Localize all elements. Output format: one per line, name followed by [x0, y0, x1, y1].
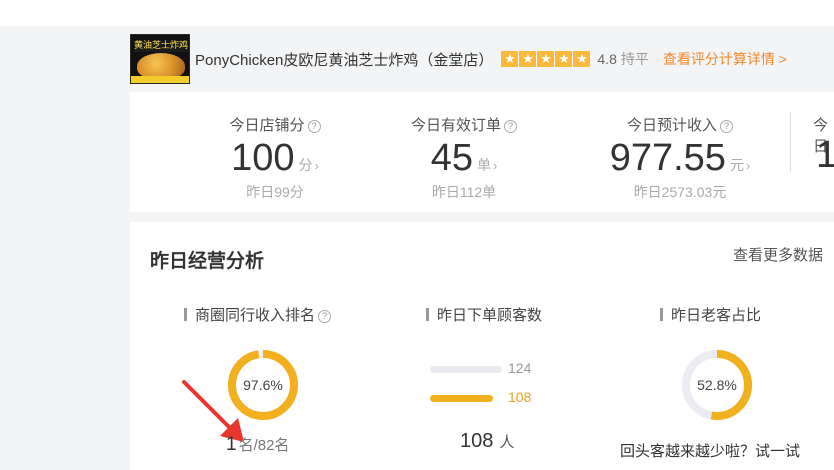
metric-unit: 元	[729, 157, 744, 173]
star-icon: ★	[519, 51, 537, 67]
metric-yesterday: 昨日99分	[246, 184, 304, 200]
metric-divider	[790, 112, 791, 172]
customer-bar-label: 124	[508, 360, 532, 376]
retention-donut: 52.8%	[682, 350, 752, 420]
metric-peek-value: 1	[816, 134, 834, 176]
metric-label: 今日预计收入?	[580, 114, 780, 135]
metric-store-score[interactable]: 今日店铺分? 100 分 › 昨日99分	[175, 92, 375, 202]
store-logo: 黄油芝士炸鸡	[130, 34, 190, 84]
customer-bar-label: 108	[508, 389, 532, 405]
rank-number: 1	[226, 434, 237, 455]
store-name: PonyChicken皮欧尼黄油芝士炸鸡（金堂店）	[195, 51, 494, 69]
metric-value: 100	[231, 137, 295, 179]
chevron-right-icon[interactable]: ›	[315, 158, 319, 173]
star-icon: ★	[501, 51, 519, 67]
customers-number: 108	[460, 430, 494, 452]
chevron-right-icon[interactable]: ›	[746, 158, 750, 173]
question-circle-icon[interactable]: ?	[307, 120, 321, 133]
customers-title: 昨日下单顾客数	[426, 304, 542, 325]
metric-value-row: 100 分 ›	[175, 137, 375, 179]
rank-suffix: 名/82名	[238, 437, 290, 454]
metric-label: 今日店铺分?	[175, 114, 375, 135]
customer-bar	[430, 395, 493, 402]
rating-value: 4.8	[597, 51, 617, 67]
today-metrics-panel: 今日店铺分? 100 分 › 昨日99分 今日有效订单? 45 单 › 昨日112单 今…	[130, 92, 834, 212]
logo-bar	[131, 76, 189, 83]
more-data-link[interactable]: 查看更多数据	[733, 244, 823, 265]
metric-valid-orders[interactable]: 今日有效订单? 45 单 › 昨日112单	[364, 92, 564, 202]
metric-label: 今日有效订单?	[364, 114, 564, 135]
metric-unit: 分	[298, 157, 313, 173]
metric-value-row: 45 单 ›	[364, 137, 564, 179]
rating-level: 持平	[620, 51, 649, 67]
metric-unit: 单	[476, 157, 491, 173]
ranking-title: 商圈同行收入排名?	[184, 304, 332, 325]
metric-yesterday: 昨日2573.03元	[633, 184, 727, 200]
retention-title: 昨日老客占比	[660, 304, 761, 325]
logo-text: 黄油芝士炸鸡	[134, 40, 189, 52]
analysis-title: 昨日经营分析	[150, 251, 265, 272]
retention-percent: 52.8%	[697, 377, 737, 393]
metric-value: 977.55	[609, 137, 726, 179]
metric-expected-income[interactable]: 今日预计收入? 977.55 元 › 昨日2573.03元	[580, 92, 780, 202]
star-icon: ★	[537, 51, 555, 67]
customers-unit: 人	[499, 434, 515, 451]
yesterday-analysis-panel: 昨日经营分析 查看更多数据 商圈同行收入排名? 97.6% 1 名/82名 昨日下…	[130, 222, 834, 470]
metric-value: 45	[430, 137, 473, 179]
question-circle-icon[interactable]: ?	[318, 310, 332, 323]
top-bar	[0, 0, 834, 26]
ranking-result: 1 名/82名	[226, 434, 289, 456]
star-icon: ★	[573, 51, 591, 67]
store-header: 黄油芝士炸鸡 PonyChicken皮欧尼黄油芝士炸鸡（金堂店） ★ ★ ★ ★…	[130, 30, 834, 88]
rating-stars: ★ ★ ★ ★ ★	[501, 51, 591, 67]
question-circle-icon[interactable]: ?	[504, 120, 517, 133]
metric-yesterday: 昨日112单	[431, 184, 497, 200]
metric-value-row: 977.55 元 ›	[580, 137, 780, 179]
star-icon: ★	[555, 51, 573, 67]
chevron-right-icon[interactable]: ›	[493, 158, 497, 173]
question-circle-icon[interactable]: ?	[720, 120, 733, 133]
retention-tip-link[interactable]: 回头客越来越少啦？试一试	[620, 440, 800, 461]
customers-total: 108 人	[460, 430, 514, 453]
rating-details-link[interactable]: 查看评分计算详情 >	[663, 49, 787, 69]
customer-bar	[430, 366, 502, 373]
